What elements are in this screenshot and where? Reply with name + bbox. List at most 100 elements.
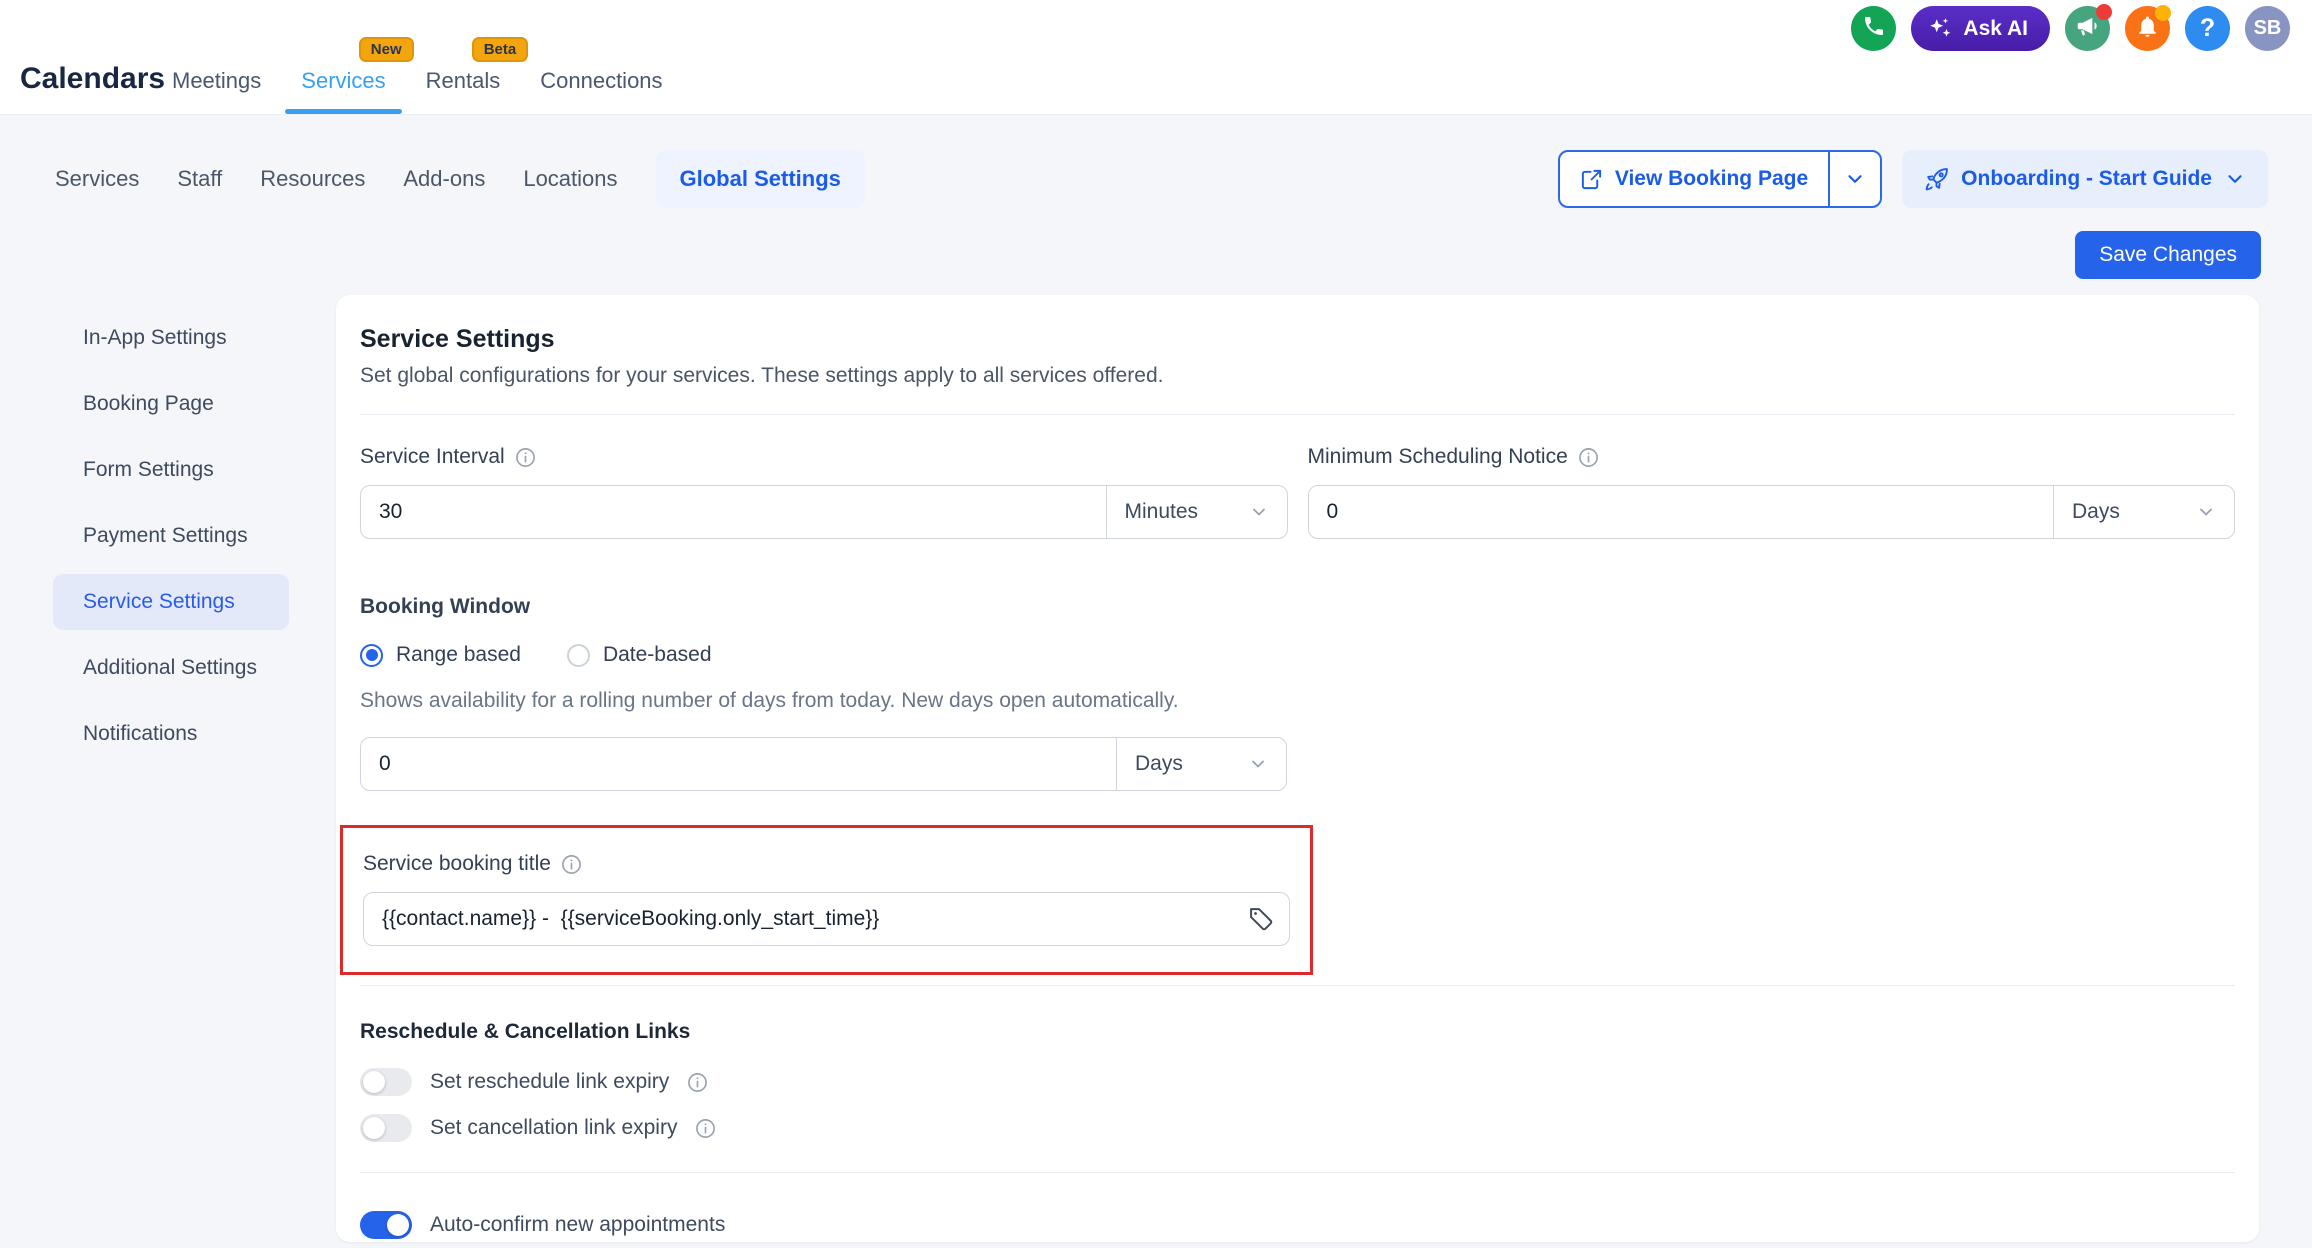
subnav-actions: View Booking Page Onboarding - Start Gui… — [1558, 150, 2268, 208]
sidebar-item-service-settings[interactable]: Service Settings — [53, 574, 289, 630]
divider — [360, 985, 2235, 986]
radio-date-based[interactable]: Date-based — [567, 643, 712, 667]
info-circle-icon[interactable] — [687, 1072, 708, 1093]
sidebar-item-notifications[interactable]: Notifications — [53, 706, 289, 762]
panel-title: Service Settings — [360, 325, 2235, 354]
reschedule-links-title: Reschedule & Cancellation Links — [360, 1020, 2235, 1044]
subnav-item-locations[interactable]: Locations — [523, 166, 617, 192]
header-actions: Ask AI ? SB — [1851, 6, 2290, 51]
avatar[interactable]: SB — [2245, 6, 2290, 51]
reschedule-expiry-row: Set reschedule link expiry — [360, 1068, 2235, 1096]
sidebar-item-in-app-settings[interactable]: In-App Settings — [53, 310, 289, 366]
unit-label: Minutes — [1125, 500, 1199, 524]
phone-button[interactable] — [1851, 6, 1896, 51]
tab-services[interactable]: NewServices — [299, 68, 387, 114]
auto-confirm-toggle[interactable] — [360, 1211, 412, 1239]
radio-label: Date-based — [603, 643, 712, 667]
calendar-tabs: Meetings NewServices BetaRentals Connect… — [170, 0, 665, 114]
phone-icon — [1862, 14, 1886, 43]
unit-label: Days — [2072, 500, 2120, 524]
tab-rentals[interactable]: BetaRentals — [424, 68, 503, 114]
view-booking-page-label: View Booking Page — [1615, 167, 1808, 191]
megaphone-icon — [2075, 13, 2101, 44]
service-booking-title-label-row: Service booking title — [363, 852, 1290, 876]
ask-ai-button[interactable]: Ask AI — [1911, 6, 2050, 51]
min-notice-input[interactable]: 0 — [1309, 486, 2054, 538]
subnav-item-global-settings[interactable]: Global Settings — [656, 150, 865, 208]
sidebar-item-payment-settings[interactable]: Payment Settings — [53, 508, 289, 564]
help-button[interactable]: ? — [2185, 6, 2230, 51]
service-interval-input-group: 30 Minutes — [360, 485, 1288, 539]
info-circle-icon[interactable] — [1578, 447, 1599, 468]
settings-sidebar: In-App Settings Booking Page Form Settin… — [53, 310, 289, 762]
service-interval-unit-select[interactable]: Minutes — [1106, 486, 1287, 538]
unread-dot — [2096, 4, 2112, 20]
ask-ai-label: Ask AI — [1963, 17, 2028, 41]
booking-window-unit-select[interactable]: Days — [1116, 738, 1286, 790]
service-interval-label-row: Service Interval — [360, 445, 1288, 469]
external-link-icon — [1580, 168, 1603, 191]
booking-window-radios: Range based Date-based — [360, 643, 2235, 667]
radio-label: Range based — [396, 643, 521, 667]
service-interval-field: Service Interval 30 Minutes — [360, 445, 1288, 539]
min-notice-unit-select[interactable]: Days — [2053, 486, 2234, 538]
divider — [360, 414, 2235, 415]
service-settings-panel: Service Settings Set global configuratio… — [336, 295, 2259, 1242]
tab-label: Rentals — [426, 68, 501, 93]
booking-window-label: Booking Window — [360, 595, 2235, 619]
notifications-button[interactable] — [2125, 6, 2170, 51]
chevron-down-icon — [2224, 168, 2246, 190]
notification-dot — [2155, 5, 2171, 21]
view-booking-page-button: View Booking Page — [1558, 150, 1882, 208]
page-title: Calendars — [20, 62, 165, 96]
booking-window-input-group: 0 Days — [360, 737, 1287, 791]
info-circle-icon[interactable] — [695, 1118, 716, 1139]
chevron-down-icon — [1844, 168, 1866, 190]
min-notice-input-group: 0 Days — [1308, 485, 2236, 539]
tag-icon[interactable] — [1247, 905, 1275, 933]
view-booking-page-main[interactable]: View Booking Page — [1560, 152, 1828, 206]
avatar-initials: SB — [2254, 17, 2282, 40]
chevron-down-icon — [2196, 502, 2216, 522]
unit-label: Days — [1135, 752, 1183, 776]
chevron-down-icon — [1249, 502, 1269, 522]
tab-meetings[interactable]: Meetings — [170, 68, 263, 114]
view-booking-page-dropdown[interactable] — [1828, 152, 1880, 206]
sidebar-item-form-settings[interactable]: Form Settings — [53, 442, 289, 498]
onboarding-button[interactable]: Onboarding - Start Guide — [1902, 150, 2268, 208]
annotation-highlight-box: Service booking title {{contact.name}} -… — [340, 825, 1313, 975]
panel-subtitle: Set global configurations for your servi… — [360, 364, 2235, 388]
tab-connections[interactable]: Connections — [538, 68, 664, 114]
subnav-item-resources[interactable]: Resources — [260, 166, 365, 192]
info-circle-icon[interactable] — [561, 854, 582, 875]
cancellation-expiry-toggle[interactable] — [360, 1114, 412, 1142]
cancellation-expiry-row: Set cancellation link expiry — [360, 1114, 2235, 1142]
subnav-item-services[interactable]: Services — [55, 166, 139, 192]
sparkles-icon — [1927, 16, 1953, 42]
radio-unselected-icon — [567, 644, 590, 667]
cancellation-expiry-label: Set cancellation link expiry — [430, 1116, 677, 1140]
announcements-button[interactable] — [2065, 6, 2110, 51]
reschedule-expiry-label: Set reschedule link expiry — [430, 1070, 669, 1094]
booking-window-input[interactable]: 0 — [361, 738, 1116, 790]
reschedule-expiry-toggle[interactable] — [360, 1068, 412, 1096]
subnav-item-staff[interactable]: Staff — [177, 166, 222, 192]
rocket-icon — [1924, 167, 1949, 192]
sidebar-item-booking-page[interactable]: Booking Page — [53, 376, 289, 432]
interval-notice-row: Service Interval 30 Minutes Minimum Sche… — [360, 445, 2235, 539]
minimum-scheduling-notice-field: Minimum Scheduling Notice 0 Days — [1308, 445, 2236, 539]
sidebar-item-additional-settings[interactable]: Additional Settings — [53, 640, 289, 696]
services-subnav: Services Staff Resources Add-ons Locatio… — [55, 150, 865, 208]
info-circle-icon[interactable] — [515, 447, 536, 468]
beta-badge: Beta — [472, 37, 529, 62]
subnav-item-add-ons[interactable]: Add-ons — [403, 166, 485, 192]
min-notice-label: Minimum Scheduling Notice — [1308, 445, 1568, 469]
service-booking-title-input[interactable]: {{contact.name}} - {{serviceBooking.only… — [363, 892, 1290, 946]
service-interval-input[interactable]: 30 — [361, 486, 1106, 538]
divider — [360, 1172, 2235, 1173]
booking-window-description: Shows availability for a rolling number … — [360, 689, 2235, 713]
radio-range-based[interactable]: Range based — [360, 643, 521, 667]
min-notice-label-row: Minimum Scheduling Notice — [1308, 445, 2236, 469]
service-interval-label: Service Interval — [360, 445, 505, 469]
save-changes-button[interactable]: Save Changes — [2075, 231, 2261, 279]
